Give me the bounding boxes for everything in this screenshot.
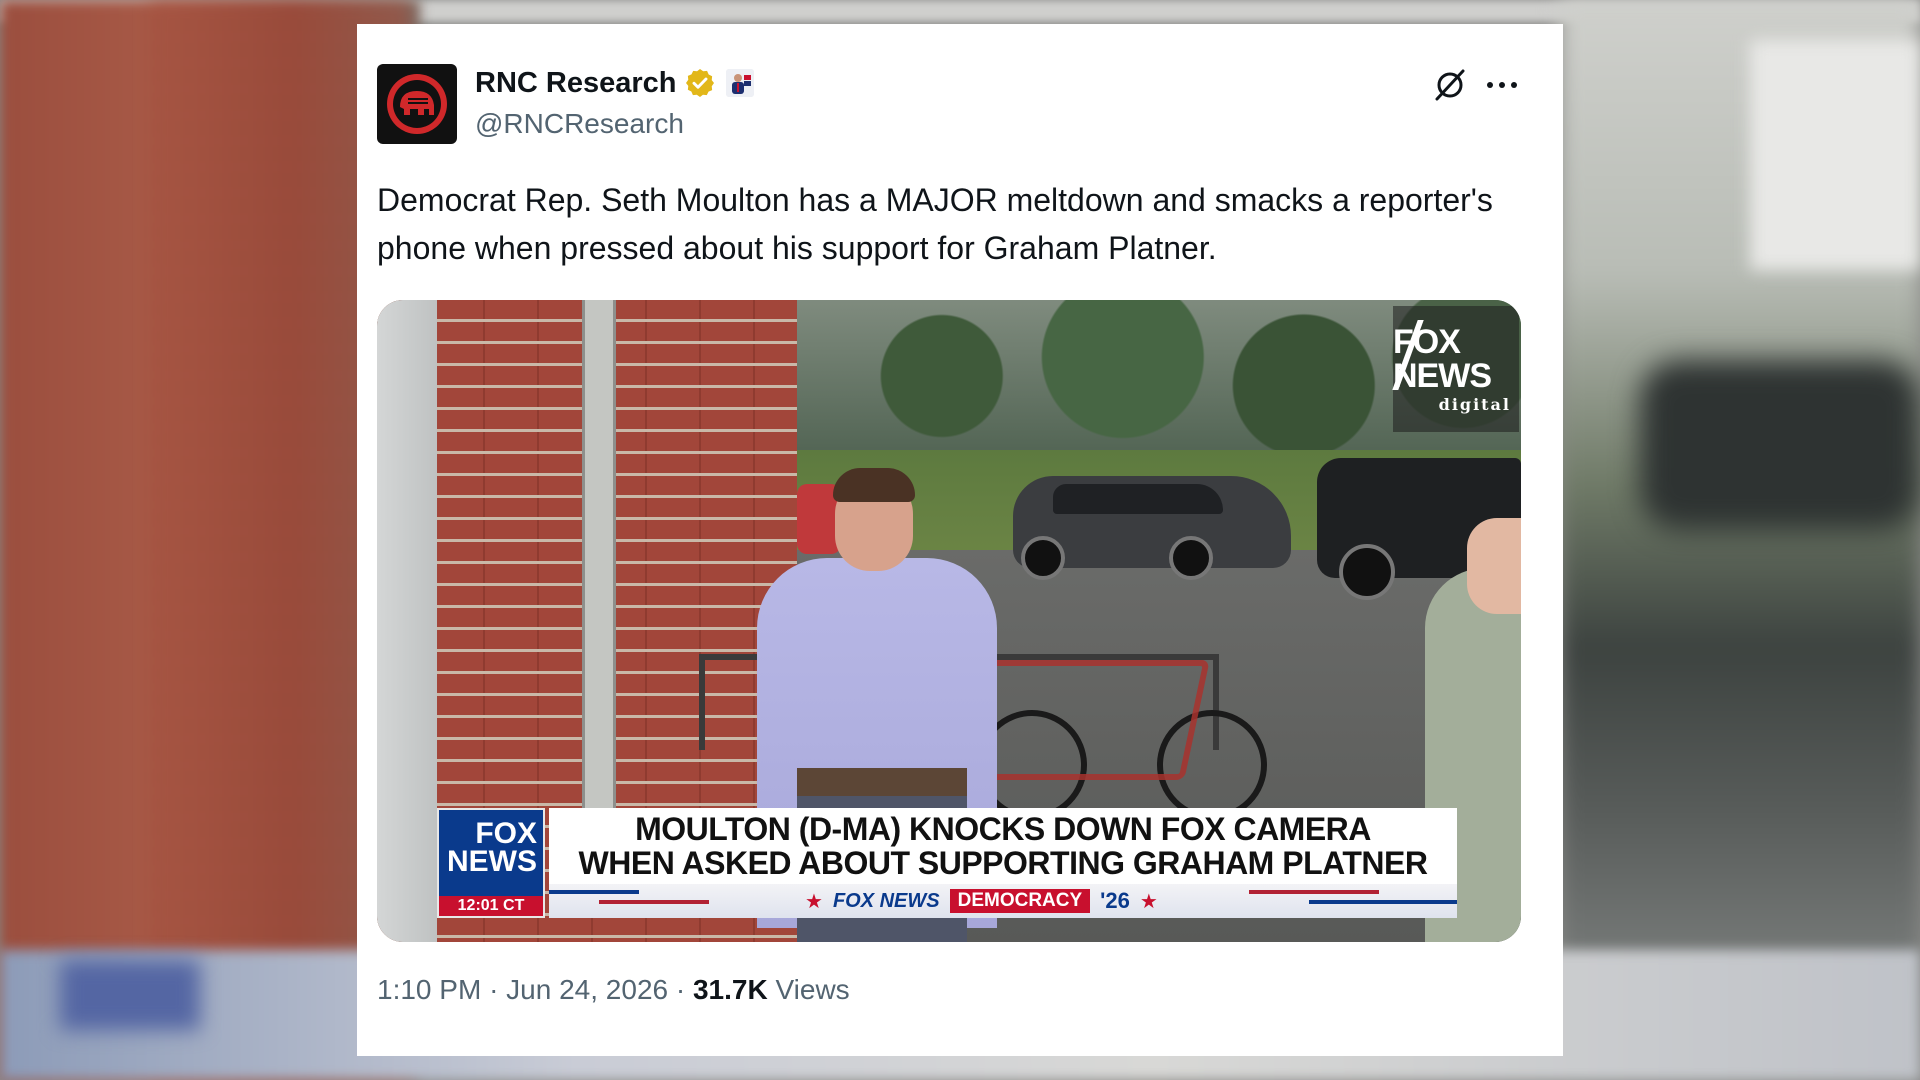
bar-tag: DEMOCRACY <box>949 889 1091 913</box>
views-label: Views <box>775 974 850 1005</box>
avatar[interactable] <box>377 64 457 144</box>
chyron-logo: FOX NEWS 12:01 CT <box>437 808 545 918</box>
views-count: 31.7K <box>692 974 768 1005</box>
chyron-headline-line-2: WHEN ASKED ABOUT SUPPORTING GRAHAM PLATN… <box>578 845 1428 881</box>
author-row: RNC Research <box>475 66 755 100</box>
tweet-date[interactable]: Jun 24, 2026 <box>506 974 668 1006</box>
more-options-icon[interactable] <box>1485 76 1519 94</box>
chyron-logo-text: FOX NEWS <box>447 817 537 878</box>
bar-brand: FOX NEWS <box>832 889 940 912</box>
chyron: MOULTON (D-MA) KNOCKS DOWN FOX CAMERA WH… <box>549 808 1457 918</box>
tweet-meta: 1:10 PM · Jun 24, 2026 · 31.7K Views <box>377 974 850 1006</box>
chyron-headline-line-1: MOULTON (D-MA) KNOCKS DOWN FOX CAMERA <box>635 811 1371 847</box>
tweet-card: RNC Research @RNCResearch Democrat Rep. … <box>357 24 1563 1056</box>
watermark-sub: digital <box>1438 394 1511 414</box>
chyron-brand-bar: ★ FOX NEWS DEMOCRACY '26 ★ <box>549 884 1457 918</box>
star-icon: ★ <box>1139 890 1158 913</box>
verified-badge-icon <box>684 67 716 99</box>
tweet-video[interactable]: FOX NEWS digital FOX NEWS 12:01 CT MOULT… <box>377 300 1521 942</box>
chyron-headline: MOULTON (D-MA) KNOCKS DOWN FOX CAMERA WH… <box>549 812 1457 880</box>
tweet-text: Democrat Rep. Seth Moulton has a MAJOR m… <box>377 182 1493 266</box>
meta-separator: · <box>675 974 686 1005</box>
author-handle[interactable]: @RNCResearch <box>475 108 684 140</box>
fox-news-digital-watermark: FOX NEWS digital <box>1392 306 1519 432</box>
tweet-time[interactable]: 1:10 PM <box>377 974 481 1006</box>
author-name[interactable]: RNC Research <box>475 67 676 100</box>
affiliate-badge-icon[interactable] <box>726 69 755 97</box>
chyron-time: 12:01 CT <box>439 896 543 916</box>
bar-year: '26 <box>1100 888 1130 913</box>
gop-elephant-logo <box>387 74 447 134</box>
star-icon: ★ <box>805 890 823 913</box>
meta-separator: · <box>489 974 499 1005</box>
grok-icon[interactable] <box>1431 66 1469 104</box>
